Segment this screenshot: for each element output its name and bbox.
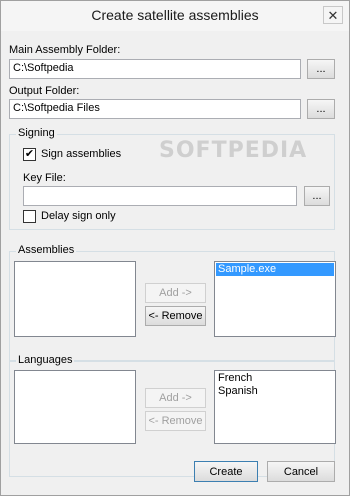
close-icon: ✕ [327, 7, 339, 23]
selected-assemblies-list[interactable]: Sample.exe [214, 261, 336, 337]
available-languages-list[interactable] [14, 370, 136, 444]
languages-group-title: Languages [16, 354, 75, 366]
remove-assembly-button[interactable]: <- Remove [145, 306, 206, 326]
selected-languages-list[interactable]: French Spanish [214, 370, 336, 444]
output-folder-label: Output Folder: [9, 85, 80, 97]
signing-group-title: Signing [16, 127, 57, 139]
assemblies-group-title: Assemblies [16, 244, 77, 256]
main-folder-input[interactable]: C:\Softpedia [9, 59, 301, 79]
delay-sign-checkbox[interactable] [23, 210, 36, 223]
output-folder-browse-button[interactable]: ... [307, 99, 335, 119]
dialog-client-area: SOFTPEDIA Main Assembly Folder: C:\Softp… [9, 32, 341, 488]
create-button[interactable]: Create [194, 461, 258, 482]
checkmark-icon: ✔ [24, 148, 35, 160]
main-folder-label: Main Assembly Folder: [9, 44, 121, 56]
add-assembly-button[interactable]: Add -> [145, 283, 206, 303]
list-item[interactable]: Sample.exe [216, 263, 334, 276]
close-button[interactable]: ✕ [323, 6, 343, 24]
delay-sign-label: Delay sign only [41, 210, 116, 222]
list-item[interactable]: Spanish [216, 385, 334, 398]
cancel-button[interactable]: Cancel [267, 461, 335, 482]
main-folder-browse-button[interactable]: ... [307, 59, 335, 79]
window-title: Create satellite assemblies [91, 7, 259, 23]
key-file-label: Key File: [23, 172, 66, 184]
add-language-button[interactable]: Add -> [145, 388, 206, 408]
sign-assemblies-label: Sign assemblies [41, 148, 122, 160]
key-file-browse-button[interactable]: ... [304, 186, 330, 206]
remove-language-button[interactable]: <- Remove [145, 411, 206, 431]
output-folder-input[interactable]: C:\Softpedia Files [9, 99, 301, 119]
list-item[interactable]: French [216, 372, 334, 385]
available-assemblies-list[interactable] [14, 261, 136, 337]
key-file-input[interactable] [23, 186, 297, 206]
sign-assemblies-checkbox[interactable]: ✔ [23, 148, 36, 161]
title-bar[interactable]: Create satellite assemblies ✕ [1, 1, 349, 31]
dialog-window: Create satellite assemblies ✕ SOFTPEDIA … [0, 0, 350, 496]
